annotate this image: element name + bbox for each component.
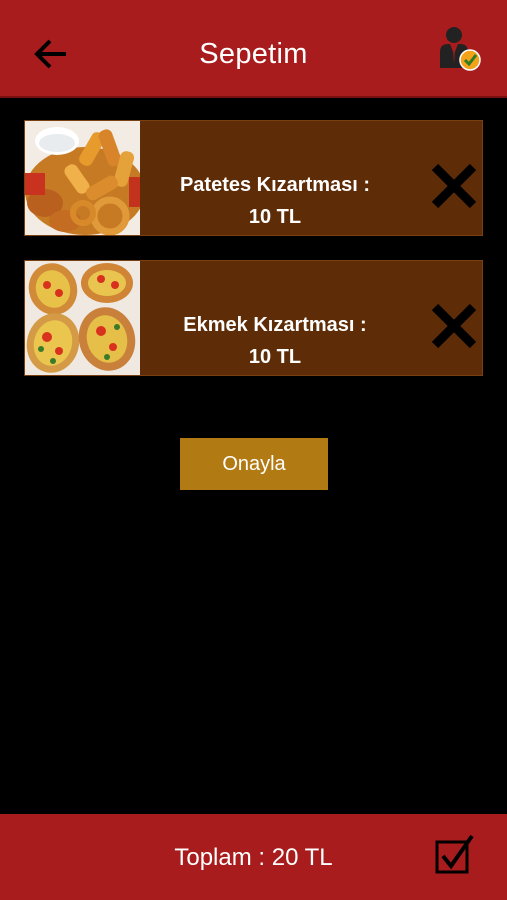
item-price: 10 TL	[248, 206, 302, 228]
total-label: Toplam : 20 TL	[174, 844, 333, 871]
item-price: 10 TL	[248, 346, 302, 368]
close-icon[interactable]	[429, 301, 479, 351]
item-name: Patetes Kızartması :	[179, 174, 371, 196]
close-icon[interactable]	[429, 161, 479, 211]
page-title: Sepetim	[199, 38, 308, 70]
item-name: Ekmek Kızartması :	[183, 314, 367, 336]
top-bar: Sepetim	[0, 0, 507, 98]
fries-photo	[25, 121, 140, 235]
checkbox-checked-icon[interactable]	[434, 834, 476, 876]
bottom-bar: Toplam : 20 TL	[0, 814, 507, 900]
cart-item: Patetes Kızartması : 10 TL	[24, 120, 483, 236]
user-verified-icon[interactable]	[434, 24, 486, 76]
cart-item: Ekmek Kızartması : 10 TL	[24, 260, 483, 376]
bread-pizza-photo	[25, 261, 140, 375]
item-info: Ekmek Kızartması : 10 TL	[150, 309, 400, 373]
item-info: Patetes Kızartması : 10 TL	[150, 169, 400, 233]
confirm-button[interactable]: Onayla	[180, 438, 328, 490]
